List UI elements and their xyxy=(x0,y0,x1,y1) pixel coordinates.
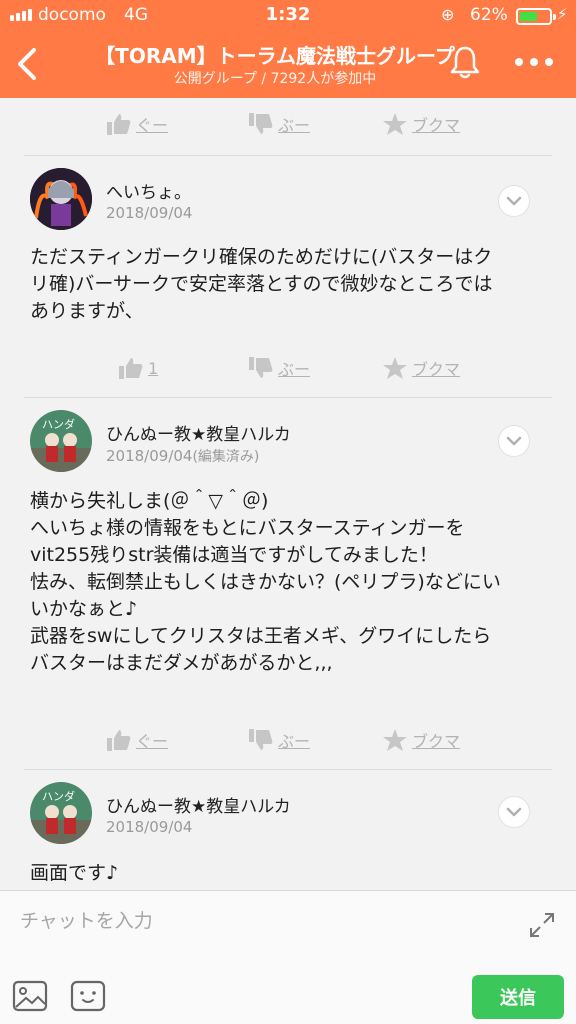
thumbs-up-icon xyxy=(119,358,143,379)
star-icon xyxy=(383,357,407,379)
like-label: ぐー xyxy=(136,116,169,135)
like-button[interactable]: ぐー xyxy=(106,728,168,752)
chat-input[interactable] xyxy=(20,901,500,941)
avatar-text: ハンダ xyxy=(42,417,75,431)
send-button[interactable]: 送信 xyxy=(472,975,564,1019)
battery-percent: 62% xyxy=(470,5,508,25)
rotation-lock-icon: ⊕ xyxy=(441,5,455,24)
chat-composer: 送信 xyxy=(0,890,576,1024)
like-button[interactable]: ぐー xyxy=(106,112,168,136)
post-body-line: vit255残りstr装備は適当ですがしてみました！ xyxy=(30,544,438,566)
dislike-label: ぶー xyxy=(278,360,311,379)
star-icon xyxy=(383,729,407,751)
thumbs-down-icon xyxy=(249,357,273,378)
group-subtitle: 公開グループ / 7292人が参加中 xyxy=(173,71,377,87)
dislike-button[interactable]: ぶー xyxy=(248,728,310,752)
post-actions: ぐー ぶー ブクマ xyxy=(0,104,576,144)
thumbs-down-icon xyxy=(249,729,273,750)
post-body: 横から失礼しま(＠＾▽＾＠) へいちょ様の情報をもとにバスタースティンガーを v… xyxy=(30,488,550,677)
charging-icon: ⚡ xyxy=(557,5,568,23)
divider xyxy=(24,769,552,770)
dislike-label: ぶー xyxy=(278,116,311,135)
bookmark-button[interactable]: ブクマ xyxy=(382,112,460,136)
post-body-line: 怯み、転倒禁止もしくはきかない？(ペリプラ)などにい xyxy=(30,571,501,593)
avatar-text: ハンダ xyxy=(42,789,75,803)
bookmark-label: ブクマ xyxy=(412,360,461,379)
post-actions: 1 ぶー ブクマ xyxy=(0,348,576,388)
post-body-line: ただスティンガークリ確保のためだけに(バスターはク xyxy=(30,246,493,268)
post-body-line: 横から失礼しま(＠＾▽＾＠) xyxy=(30,490,269,512)
app-header: docomo 4G 1:32 ⊕ 62% ⚡ 【TORAM】トーラム魔法戦士グル… xyxy=(0,0,576,98)
post-feed[interactable]: ぐー ぶー ブクマ へいちょ。 2018/09/04 ただスティンガークリ確保の… xyxy=(0,98,576,890)
user-avatar-icon xyxy=(30,168,92,230)
bookmark-label: ブクマ xyxy=(412,116,461,135)
sticker-icon[interactable] xyxy=(70,979,106,1013)
post-date: 2018/09/04 xyxy=(106,204,193,222)
post-author[interactable]: ひんぬー教★教皇ハルカ xyxy=(106,792,291,817)
back-arrow-icon[interactable] xyxy=(10,44,44,84)
post-body-line: リ確)バーサークで安定率落とすので微妙なところでは xyxy=(30,273,493,295)
avatar[interactable] xyxy=(30,168,92,230)
chevron-down-icon xyxy=(506,807,522,817)
post-body-line: いかなぁと♪ xyxy=(30,598,138,620)
post-date-value: 2018/09/04 xyxy=(106,447,193,465)
post-date: 2018/09/04 xyxy=(106,818,193,836)
post-body-line: 武器をswにしてクリスタは王者メギ、グワイにしたら xyxy=(30,625,492,647)
thumbs-up-icon xyxy=(107,114,131,135)
post-body-line: へいちょ様の情報をもとにバスタースティンガーを xyxy=(30,517,465,539)
post-body: 画面です♪ xyxy=(30,860,550,887)
dislike-button[interactable]: ぶー xyxy=(248,112,310,136)
bookmark-label: ブクマ xyxy=(412,732,461,751)
user-avatar-icon: ハンダ xyxy=(30,410,92,472)
image-icon[interactable] xyxy=(12,979,48,1013)
post-body-line: バスターはまだダメがあがるかと,,, xyxy=(30,652,333,674)
post-menu-button[interactable] xyxy=(498,185,530,217)
post-menu-button[interactable] xyxy=(498,425,530,457)
like-button[interactable]: 1 xyxy=(118,356,158,380)
thumbs-down-icon xyxy=(249,113,273,134)
post-body-line: ありますが、 xyxy=(30,300,144,322)
chevron-down-icon xyxy=(506,436,522,446)
post-author[interactable]: へいちょ。 xyxy=(106,178,191,203)
divider xyxy=(24,155,552,156)
like-label: ぐー xyxy=(136,732,169,751)
bookmark-button[interactable]: ブクマ xyxy=(382,728,460,752)
avatar[interactable]: ハンダ xyxy=(30,410,92,472)
post-author[interactable]: ひんぬー教★教皇ハルカ xyxy=(106,420,291,445)
post-body: ただスティンガークリ確保のためだけに(バスターはク リ確)バーサークで安定率落と… xyxy=(30,244,550,325)
edited-label: (編集済み) xyxy=(192,449,260,465)
group-title: 【TORAM】トーラム魔法戦士グループ xyxy=(95,44,455,68)
user-avatar-icon: ハンダ xyxy=(30,782,92,844)
more-options-icon[interactable] xyxy=(515,52,555,72)
dislike-button[interactable]: ぶー xyxy=(248,356,310,380)
status-bar: docomo 4G 1:32 ⊕ 62% ⚡ xyxy=(0,0,576,32)
post-date: 2018/09/04(編集済み) xyxy=(106,446,259,466)
star-icon xyxy=(383,113,407,135)
post-menu-button[interactable] xyxy=(498,796,530,828)
like-count: 1 xyxy=(148,358,159,378)
expand-icon[interactable] xyxy=(528,911,556,939)
bell-icon[interactable] xyxy=(448,44,482,80)
battery-icon xyxy=(516,8,556,25)
dislike-label: ぶー xyxy=(278,732,311,751)
bookmark-button[interactable]: ブクマ xyxy=(382,356,460,380)
avatar[interactable]: ハンダ xyxy=(30,782,92,844)
post-body-line: 画面です♪ xyxy=(30,862,119,884)
chevron-down-icon xyxy=(506,196,522,206)
divider xyxy=(24,397,552,398)
post-actions: ぐー ぶー ブクマ xyxy=(0,720,576,760)
thumbs-up-icon xyxy=(107,730,131,751)
